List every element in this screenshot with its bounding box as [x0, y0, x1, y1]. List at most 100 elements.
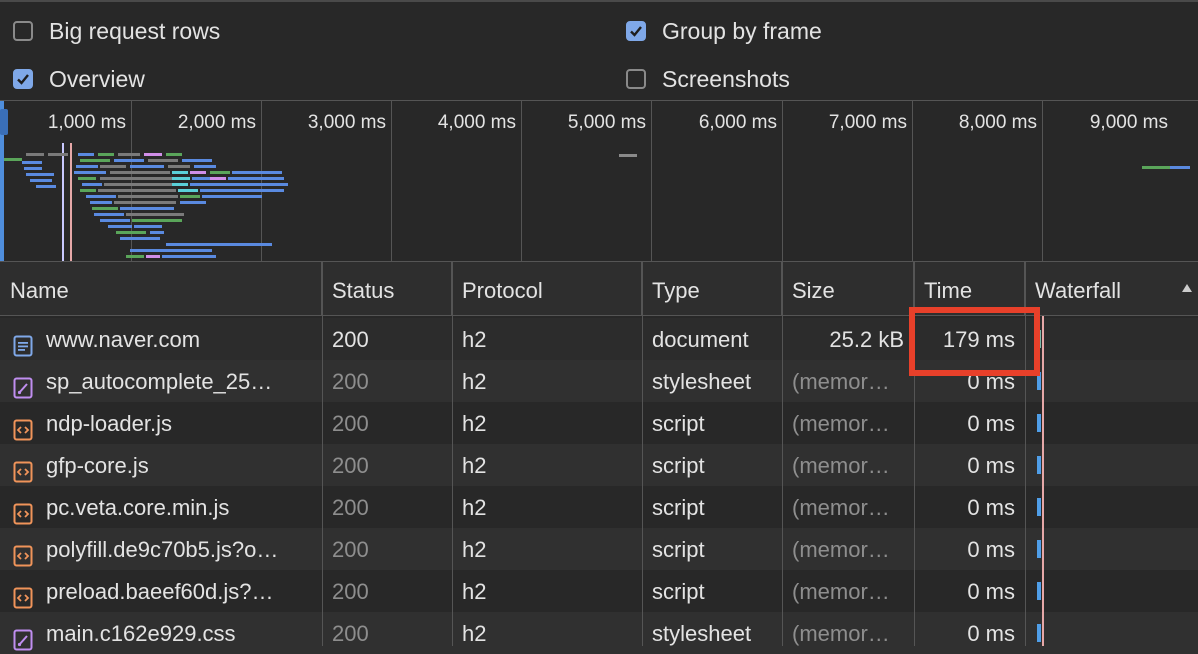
script-icon [13, 538, 33, 567]
cell-name[interactable]: polyfill.de9c70b5.js?o… [0, 528, 322, 570]
cell-size: (memor… [792, 579, 890, 604]
group-by-frame-option[interactable]: Group by frame [626, 17, 822, 45]
cell-time: 0 ms [967, 411, 1015, 436]
big-request-rows-option[interactable]: Big request rows [13, 17, 220, 45]
overview-option[interactable]: Overview [13, 65, 145, 93]
column-header-protocol[interactable]: Protocol [452, 262, 642, 316]
cell-status: 200 [332, 453, 369, 478]
cell-protocol: h2 [462, 579, 487, 604]
cell-type: script [652, 579, 705, 604]
waterfall-bar [1037, 414, 1041, 432]
table-row[interactable]: gfp-core.js 200 h2 script (memor… 0 ms [0, 444, 1198, 486]
table-row[interactable]: ndp-loader.js 200 h2 script (memor… 0 ms [0, 402, 1198, 444]
group-by-frame-checkbox[interactable] [626, 21, 646, 41]
column-divider [452, 262, 453, 646]
cell-size: (memor… [792, 411, 890, 436]
cell-status: 200 [332, 327, 369, 352]
cell-name[interactable]: pc.veta.core.min.js [0, 486, 322, 528]
table-row[interactable]: pc.veta.core.min.js 200 h2 script (memor… 0 m… [0, 486, 1198, 528]
column-header-waterfall[interactable]: Waterfall [1025, 262, 1198, 316]
column-header-size[interactable]: Size [782, 262, 914, 316]
cell-name[interactable]: www.naver.com [0, 318, 322, 360]
cell-name[interactable]: sp_autocomplete_25… [0, 360, 322, 402]
request-name: gfp-core.js [46, 453, 149, 478]
cell-type: script [652, 453, 705, 478]
cell-waterfall [1025, 528, 1198, 570]
cell-size: 25.2 kB [829, 327, 904, 352]
cell-waterfall [1025, 444, 1198, 486]
cell-waterfall [1025, 402, 1198, 444]
cell-status: 200 [332, 369, 369, 394]
cell-status: 200 [332, 537, 369, 562]
request-name: pc.veta.core.min.js [46, 495, 230, 520]
dom-content-loaded-marker [62, 143, 64, 261]
screenshots-checkbox[interactable] [626, 69, 646, 89]
cell-protocol: h2 [462, 495, 487, 520]
cell-protocol: h2 [462, 369, 487, 394]
cell-waterfall [1025, 612, 1198, 654]
cell-waterfall [1025, 360, 1198, 402]
column-header-status[interactable]: Status [322, 262, 452, 316]
cell-size: (memor… [792, 495, 890, 520]
group-by-frame-label: Group by frame [662, 17, 822, 44]
cell-protocol: h2 [462, 327, 487, 352]
cell-size: (memor… [792, 537, 890, 562]
request-name: www.naver.com [46, 327, 201, 352]
cell-status: 200 [332, 495, 369, 520]
cell-type: script [652, 495, 705, 520]
cell-status: 200 [332, 411, 369, 436]
highlight-annotation-box [909, 307, 1040, 376]
cell-time: 0 ms [967, 537, 1015, 562]
network-settings-panel: Big request rows Overview Group by frame… [0, 0, 1198, 100]
column-header-name[interactable]: Name [0, 262, 322, 316]
request-name: ndp-loader.js [46, 411, 172, 436]
cell-type: script [652, 411, 705, 436]
script-icon [13, 454, 33, 483]
column-header-type[interactable]: Type [642, 262, 782, 316]
cell-name[interactable]: main.c162e929.css [0, 612, 322, 654]
cell-time: 0 ms [967, 579, 1015, 604]
column-divider [782, 262, 783, 646]
cell-time: 0 ms [967, 621, 1015, 646]
sort-ascending-icon [1182, 284, 1192, 292]
cell-type: script [652, 537, 705, 562]
overview-window-drag-knob[interactable] [0, 109, 8, 135]
network-overview-timeline[interactable]: 1,000 ms 2,000 ms 3,000 ms 4,000 ms 5,00… [0, 100, 1198, 262]
script-icon [13, 580, 33, 609]
cell-size: (memor… [792, 369, 890, 394]
cell-name[interactable]: preload.baeef60d.js?… [0, 570, 322, 612]
cell-name[interactable]: ndp-loader.js [0, 402, 322, 444]
cell-size: (memor… [792, 621, 890, 646]
cell-waterfall [1025, 570, 1198, 612]
big-request-rows-label: Big request rows [49, 17, 221, 44]
load-event-marker [70, 143, 72, 261]
table-row[interactable]: preload.baeef60d.js?… 200 h2 script (memor… 0… [0, 570, 1198, 612]
cell-protocol: h2 [462, 537, 487, 562]
script-icon [13, 412, 33, 441]
overview-request-bars [4, 143, 1190, 261]
overview-label: Overview [49, 65, 145, 92]
table-row[interactable]: polyfill.de9c70b5.js?o… 200 h2 script (memor… [0, 528, 1198, 570]
screenshots-option[interactable]: Screenshots [626, 65, 790, 93]
cell-type: document [652, 327, 749, 352]
stylesheet-icon [13, 370, 33, 399]
screenshots-label: Screenshots [662, 65, 790, 92]
cell-status: 200 [332, 579, 369, 604]
cell-type: stylesheet [652, 621, 752, 646]
big-request-rows-checkbox[interactable] [13, 21, 33, 41]
cell-name[interactable]: gfp-core.js [0, 444, 322, 486]
cell-protocol: h2 [462, 411, 487, 436]
overview-checkbox[interactable] [13, 69, 33, 89]
waterfall-bar [1037, 582, 1041, 600]
cell-protocol: h2 [462, 453, 487, 478]
table-row[interactable]: main.c162e929.css 200 h2 stylesheet (memor… 0… [0, 612, 1198, 654]
document-icon [13, 328, 33, 357]
waterfall-bar [1037, 540, 1041, 558]
request-name: polyfill.de9c70b5.js?o… [46, 537, 279, 562]
request-name: main.c162e929.css [46, 621, 236, 646]
cell-waterfall [1025, 318, 1198, 360]
request-name: sp_autocomplete_25… [46, 369, 273, 394]
cell-size: (memor… [792, 453, 890, 478]
cell-waterfall [1025, 486, 1198, 528]
cell-type: stylesheet [652, 369, 752, 394]
